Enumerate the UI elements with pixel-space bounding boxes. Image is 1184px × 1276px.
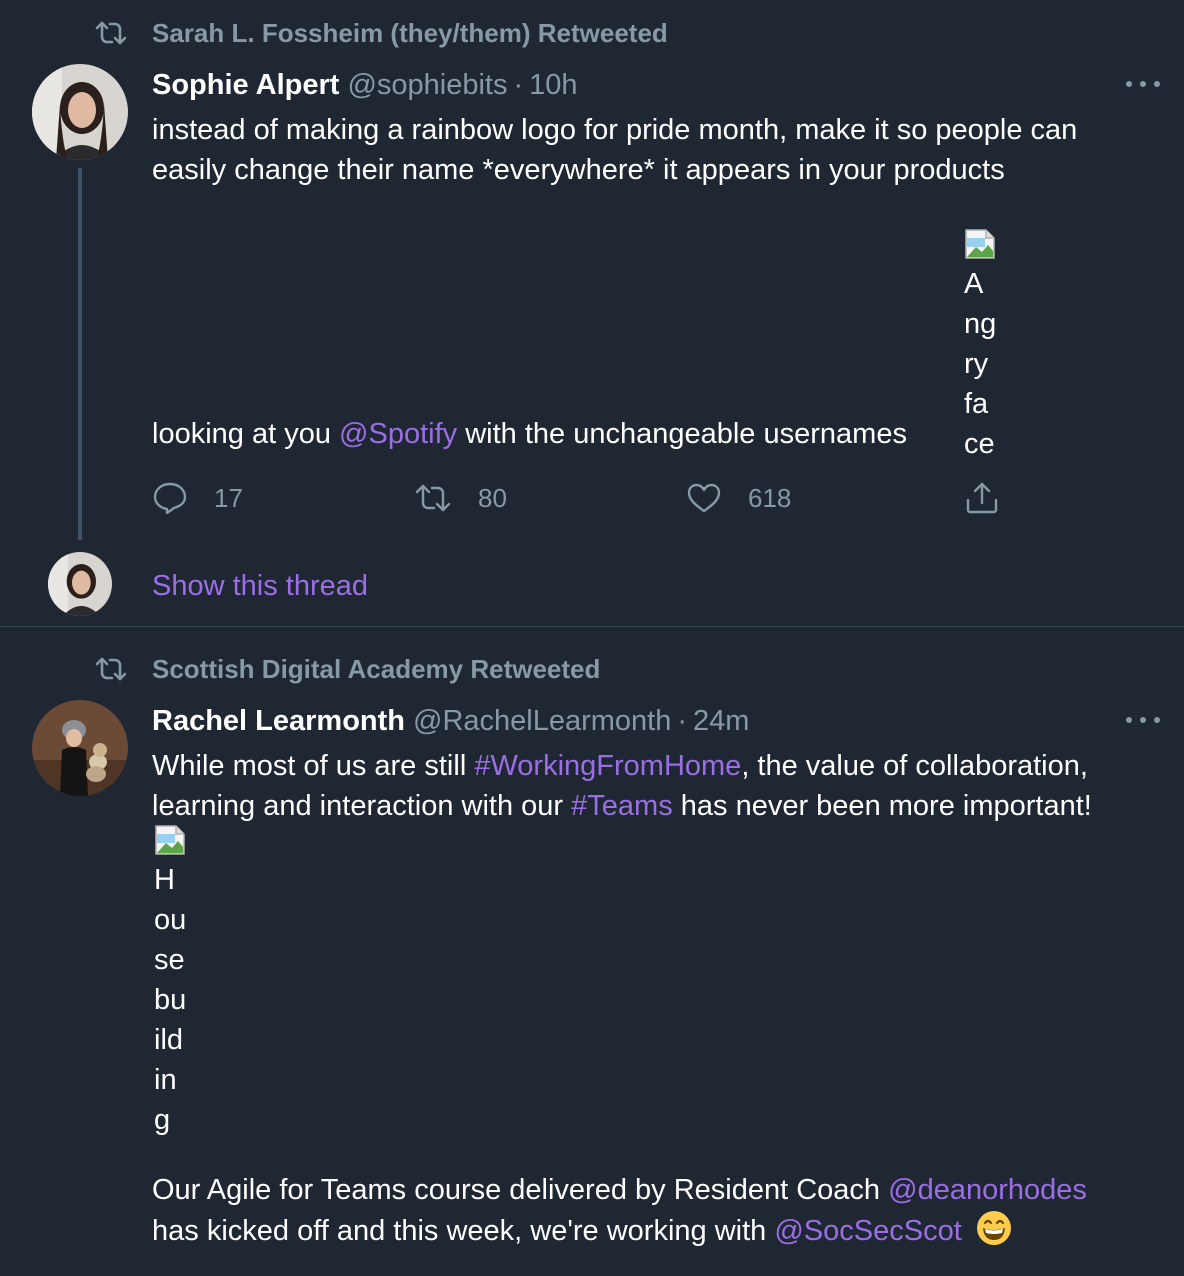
retweet-icon: [94, 655, 128, 683]
show-thread-link[interactable]: Show this thread: [152, 566, 368, 606]
tweet-text-line: Our Agile for Teams course delivered by …: [152, 1174, 1087, 1206]
retweeted-by-label[interactable]: Scottish Digital Academy Retweeted: [152, 654, 600, 685]
grinning-face-emoji-icon: [976, 1211, 1011, 1245]
retweeted-by-label[interactable]: Sarah L. Fossheim (they/them) Retweeted: [152, 18, 668, 49]
retweet-context: Scottish Digital Academy Retweeted: [94, 654, 600, 685]
reply-icon: [153, 482, 187, 515]
broken-image-angry-face: A ng ry fa ce: [964, 228, 996, 464]
thread-line: [78, 168, 82, 540]
tweet-text-line: has kicked off and this week, we're work…: [152, 1210, 1012, 1251]
alt-text-line: bu: [154, 984, 187, 1016]
broken-image-icon: [965, 229, 995, 259]
tweet-text-line: While most of us are still #WorkingFromH…: [152, 750, 1088, 782]
like-button[interactable]: 618: [686, 478, 791, 518]
avatar[interactable]: [32, 64, 128, 160]
reply-count: 17: [214, 482, 243, 513]
retweet-context: Sarah L. Fossheim (they/them) Retweeted: [94, 18, 668, 49]
alt-text-line: ng: [964, 308, 997, 340]
heart-icon: [687, 483, 721, 513]
alt-text-line: ce: [964, 428, 995, 460]
thread-avatar[interactable]: [48, 552, 112, 616]
alt-text-line: se: [154, 944, 185, 976]
mention-link[interactable]: @deanorhodes: [888, 1174, 1087, 1206]
author-name[interactable]: Rachel Learmonth: [152, 705, 405, 738]
author-name[interactable]: Sophie Alpert: [152, 69, 339, 102]
alt-text-line: ry: [964, 348, 989, 380]
retweet-icon: [415, 484, 451, 512]
share-icon: [966, 482, 998, 514]
retweet-button[interactable]: 80: [414, 478, 507, 518]
author-handle[interactable]: @sophiebits: [347, 69, 507, 102]
timestamp[interactable]: 10h: [529, 69, 577, 102]
separator-dot: ·: [513, 68, 524, 101]
broken-image-icon: [155, 825, 185, 855]
tweet-rachel-learmonth[interactable]: Scottish Digital Academy Retweeted Rache…: [0, 627, 1184, 1276]
tweet-sophie-alpert[interactable]: Sarah L. Fossheim (they/them) Retweeted …: [0, 0, 1184, 626]
avatar[interactable]: [32, 700, 128, 796]
author-handle[interactable]: @RachelLearmonth: [413, 705, 671, 738]
hashtag-link[interactable]: #WorkingFromHome: [474, 750, 741, 782]
tweet-text-line: learning and interaction with our #Teams…: [152, 790, 1092, 822]
timestamp[interactable]: 24m: [693, 705, 749, 738]
like-count: 618: [748, 482, 792, 513]
share-button[interactable]: [964, 478, 1000, 518]
tweet-text-line: looking at you @Spotify with the unchang…: [152, 418, 907, 450]
alt-text-line: g: [154, 1104, 171, 1136]
tweet-header: Rachel Learmonth @RachelLearmonth · 24m: [152, 704, 749, 738]
retweet-count: 80: [478, 482, 507, 513]
separator-dot: ·: [677, 704, 688, 737]
broken-image-house-building: H ou se bu ild in g: [154, 824, 186, 1140]
alt-text-line: ou: [154, 904, 187, 936]
alt-text-line: A: [964, 268, 984, 300]
hashtag-link[interactable]: #Teams: [571, 790, 673, 822]
alt-text-line: ild: [154, 1024, 184, 1056]
tweet-header: Sophie Alpert @sophiebits · 10h: [152, 68, 578, 102]
more-options-icon[interactable]: [1126, 715, 1160, 725]
alt-text-line: H: [154, 864, 175, 896]
tweet-actions: 17 80 618: [152, 478, 1012, 518]
tweet-text-line: easily change their name *everywhere* it…: [152, 154, 1005, 186]
reply-button[interactable]: 17: [152, 478, 243, 518]
alt-text-line: fa: [964, 388, 989, 420]
tweet-text-line: instead of making a rainbow logo for pri…: [152, 114, 1078, 146]
mention-link[interactable]: @SocSecScot: [774, 1215, 961, 1247]
retweet-icon: [94, 19, 128, 47]
alt-text-line: in: [154, 1064, 177, 1096]
more-options-icon[interactable]: [1126, 79, 1160, 89]
mention-link[interactable]: @Spotify: [339, 418, 457, 450]
